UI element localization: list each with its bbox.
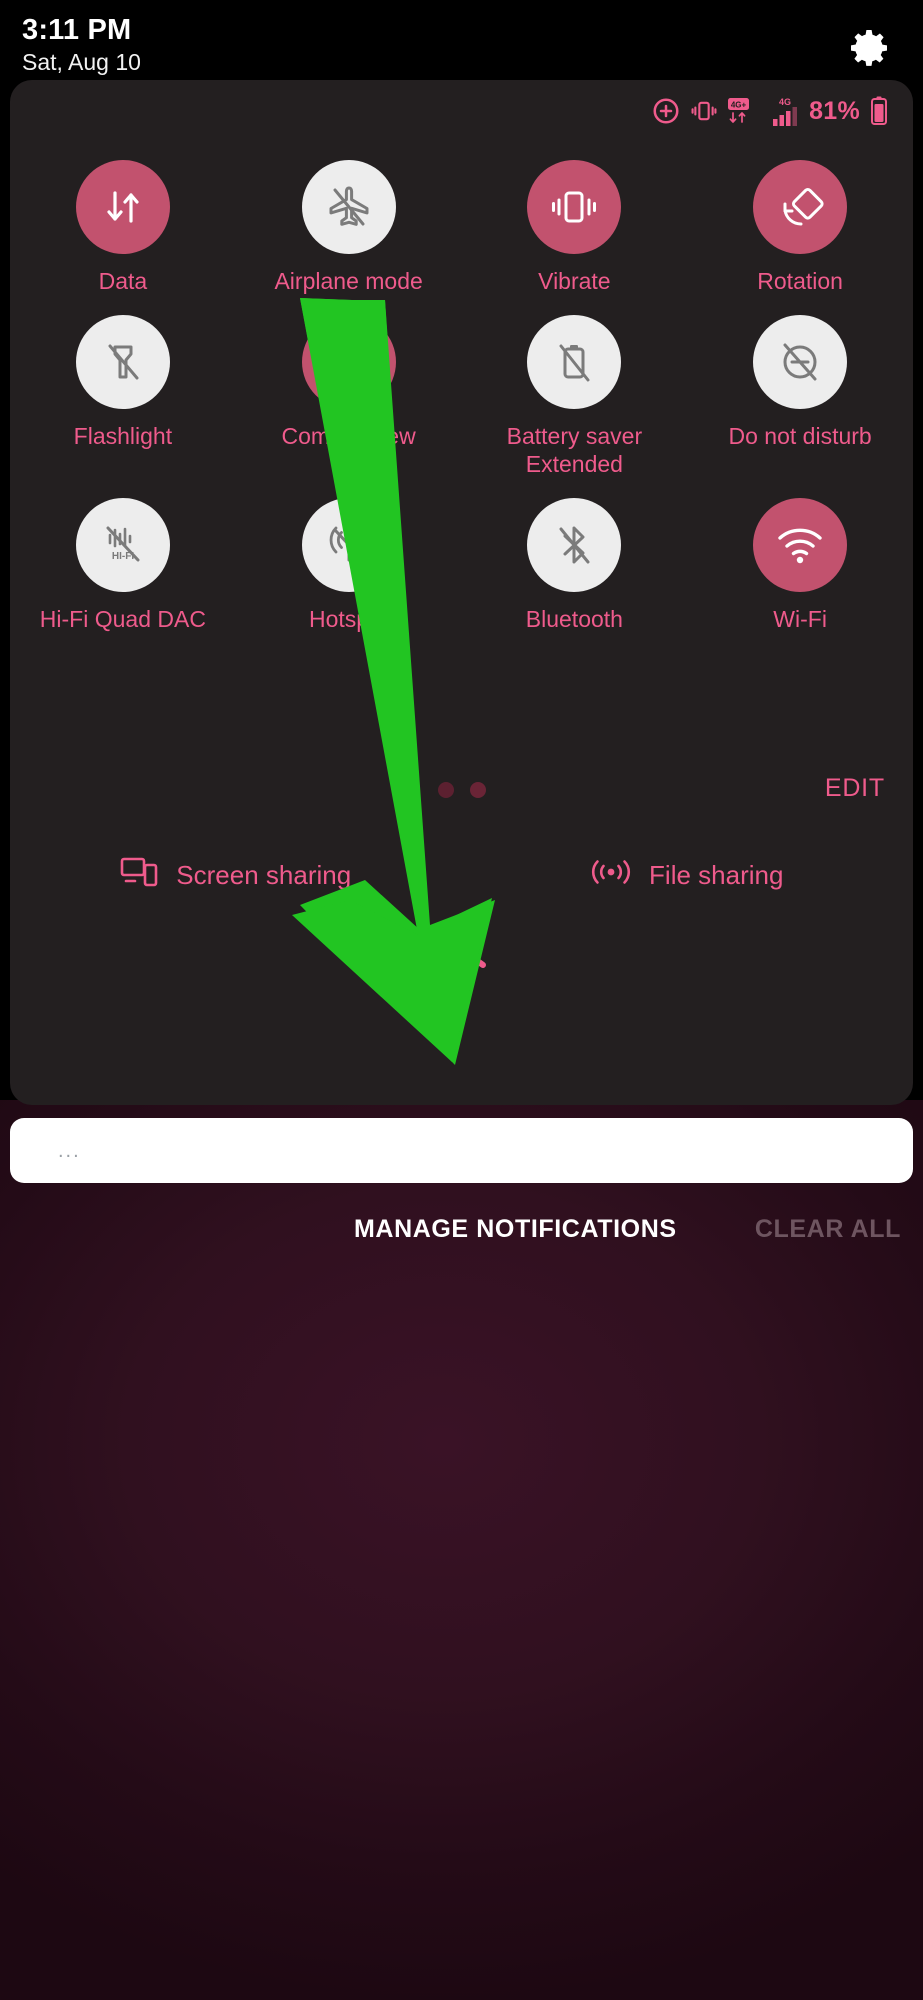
- tile-airplane-mode[interactable]: Airplane mode: [236, 160, 462, 295]
- screen-sharing-label: Screen sharing: [176, 859, 352, 890]
- wifi-icon: [753, 498, 848, 592]
- screen-sharing-button[interactable]: Screen sharing: [10, 845, 462, 905]
- volte-4g-data-icon: 4G+: [727, 96, 761, 126]
- tile-label: Bluetooth: [525, 606, 623, 632]
- gear-icon[interactable]: [845, 24, 893, 72]
- tile-bluetooth[interactable]: Bluetooth: [462, 498, 688, 633]
- svg-text:4G: 4G: [779, 97, 791, 107]
- vibrate-icon: [690, 97, 718, 125]
- hifi-quad-dac-off-icon: HI-FI: [75, 498, 170, 592]
- tile-rotation[interactable]: Rotation: [687, 160, 913, 295]
- notification-placeholder-text: ...: [58, 1140, 81, 1162]
- rotation-icon: [753, 160, 848, 254]
- bluetooth-off-icon: [527, 498, 622, 592]
- vibrate-icon: [527, 160, 622, 254]
- tile-data[interactable]: Data: [10, 160, 236, 295]
- tile-label: Do not disturb: [728, 423, 872, 449]
- clock-block: 3:11 PM Sat, Aug 10: [22, 13, 141, 76]
- tile-battery-saver[interactable]: Battery saver Extended: [462, 315, 688, 478]
- clock-time: 3:11 PM: [22, 14, 132, 46]
- tile-label: Rotation: [757, 268, 843, 294]
- dnd-plus-icon: [651, 96, 681, 126]
- signal-bars-icon: 4G: [770, 95, 800, 127]
- page-indicator[interactable]: [437, 782, 486, 798]
- manage-notifications-button[interactable]: MANAGE NOTIFICATIONS: [354, 1215, 677, 1244]
- tile-flashlight[interactable]: Flashlight: [10, 315, 236, 478]
- tile-hotspot[interactable]: Hotspot: [236, 498, 462, 633]
- chevron-up-icon[interactable]: [433, 942, 491, 979]
- data-transfer-icon: [75, 160, 170, 254]
- clear-all-button[interactable]: CLEAR ALL: [755, 1215, 901, 1244]
- hotspot-off-icon: [301, 498, 396, 592]
- battery-percent-label: 81%: [809, 96, 860, 125]
- tile-do-not-disturb[interactable]: Do not disturb: [687, 315, 913, 478]
- tile-label: Wi-Fi: [773, 606, 827, 632]
- android-quick-settings-screen: 3:11 PM Sat, Aug 10 4G+ 4G 81% Data Airp…: [0, 0, 923, 2000]
- panel-status-icons: 4G+ 4G 81%: [651, 88, 889, 134]
- quick-settings-panel: 4G+ 4G 81% Data Airplane mode Vibrate Ro…: [10, 80, 913, 1105]
- tile-label: Data: [98, 268, 148, 294]
- tile-label: Comfort view: [281, 423, 416, 449]
- comfort-view-icon: [301, 315, 396, 409]
- battery-icon: [869, 96, 889, 126]
- airplane-off-icon: [301, 160, 396, 254]
- tile-vibrate[interactable]: Vibrate: [462, 160, 688, 295]
- tile-hifi-quad-dac[interactable]: HI-FI Hi-Fi Quad DAC: [10, 498, 236, 633]
- tile-label: Hi-Fi Quad DAC: [39, 606, 206, 632]
- tile-label: Hotspot: [308, 606, 389, 632]
- clock-date: Sat, Aug 10: [22, 49, 141, 75]
- file-sharing-label: File sharing: [649, 859, 784, 890]
- svg-text:4G+: 4G+: [731, 100, 747, 109]
- page-dot[interactable]: [437, 782, 454, 798]
- file-share-icon: [591, 856, 631, 895]
- screen-share-icon: [120, 855, 158, 896]
- tile-label: Battery saver Extended: [506, 423, 643, 477]
- file-sharing-button[interactable]: File sharing: [462, 845, 914, 905]
- flashlight-off-icon: [75, 315, 170, 409]
- tile-label: Flashlight: [73, 423, 173, 449]
- do-not-disturb-off-icon: [753, 315, 848, 409]
- page-dot[interactable]: [469, 782, 486, 798]
- tile-comfort-view[interactable]: Comfort view: [236, 315, 462, 478]
- notification-actions-row: MANAGE NOTIFICATIONS CLEAR ALL: [0, 1215, 923, 1260]
- tile-label: Airplane mode: [274, 268, 423, 294]
- panel-controls-row: EDIT: [10, 770, 913, 816]
- quick-settings-tiles: Data Airplane mode Vibrate Rotation Flas…: [10, 160, 913, 633]
- sharing-row: Screen sharing File sharing: [10, 845, 913, 905]
- notification-card[interactable]: ...: [10, 1118, 913, 1183]
- edit-button[interactable]: EDIT: [825, 774, 885, 803]
- battery-saver-off-icon: [527, 315, 622, 409]
- tile-wifi[interactable]: Wi-Fi: [687, 498, 913, 633]
- tile-label: Vibrate: [538, 268, 611, 294]
